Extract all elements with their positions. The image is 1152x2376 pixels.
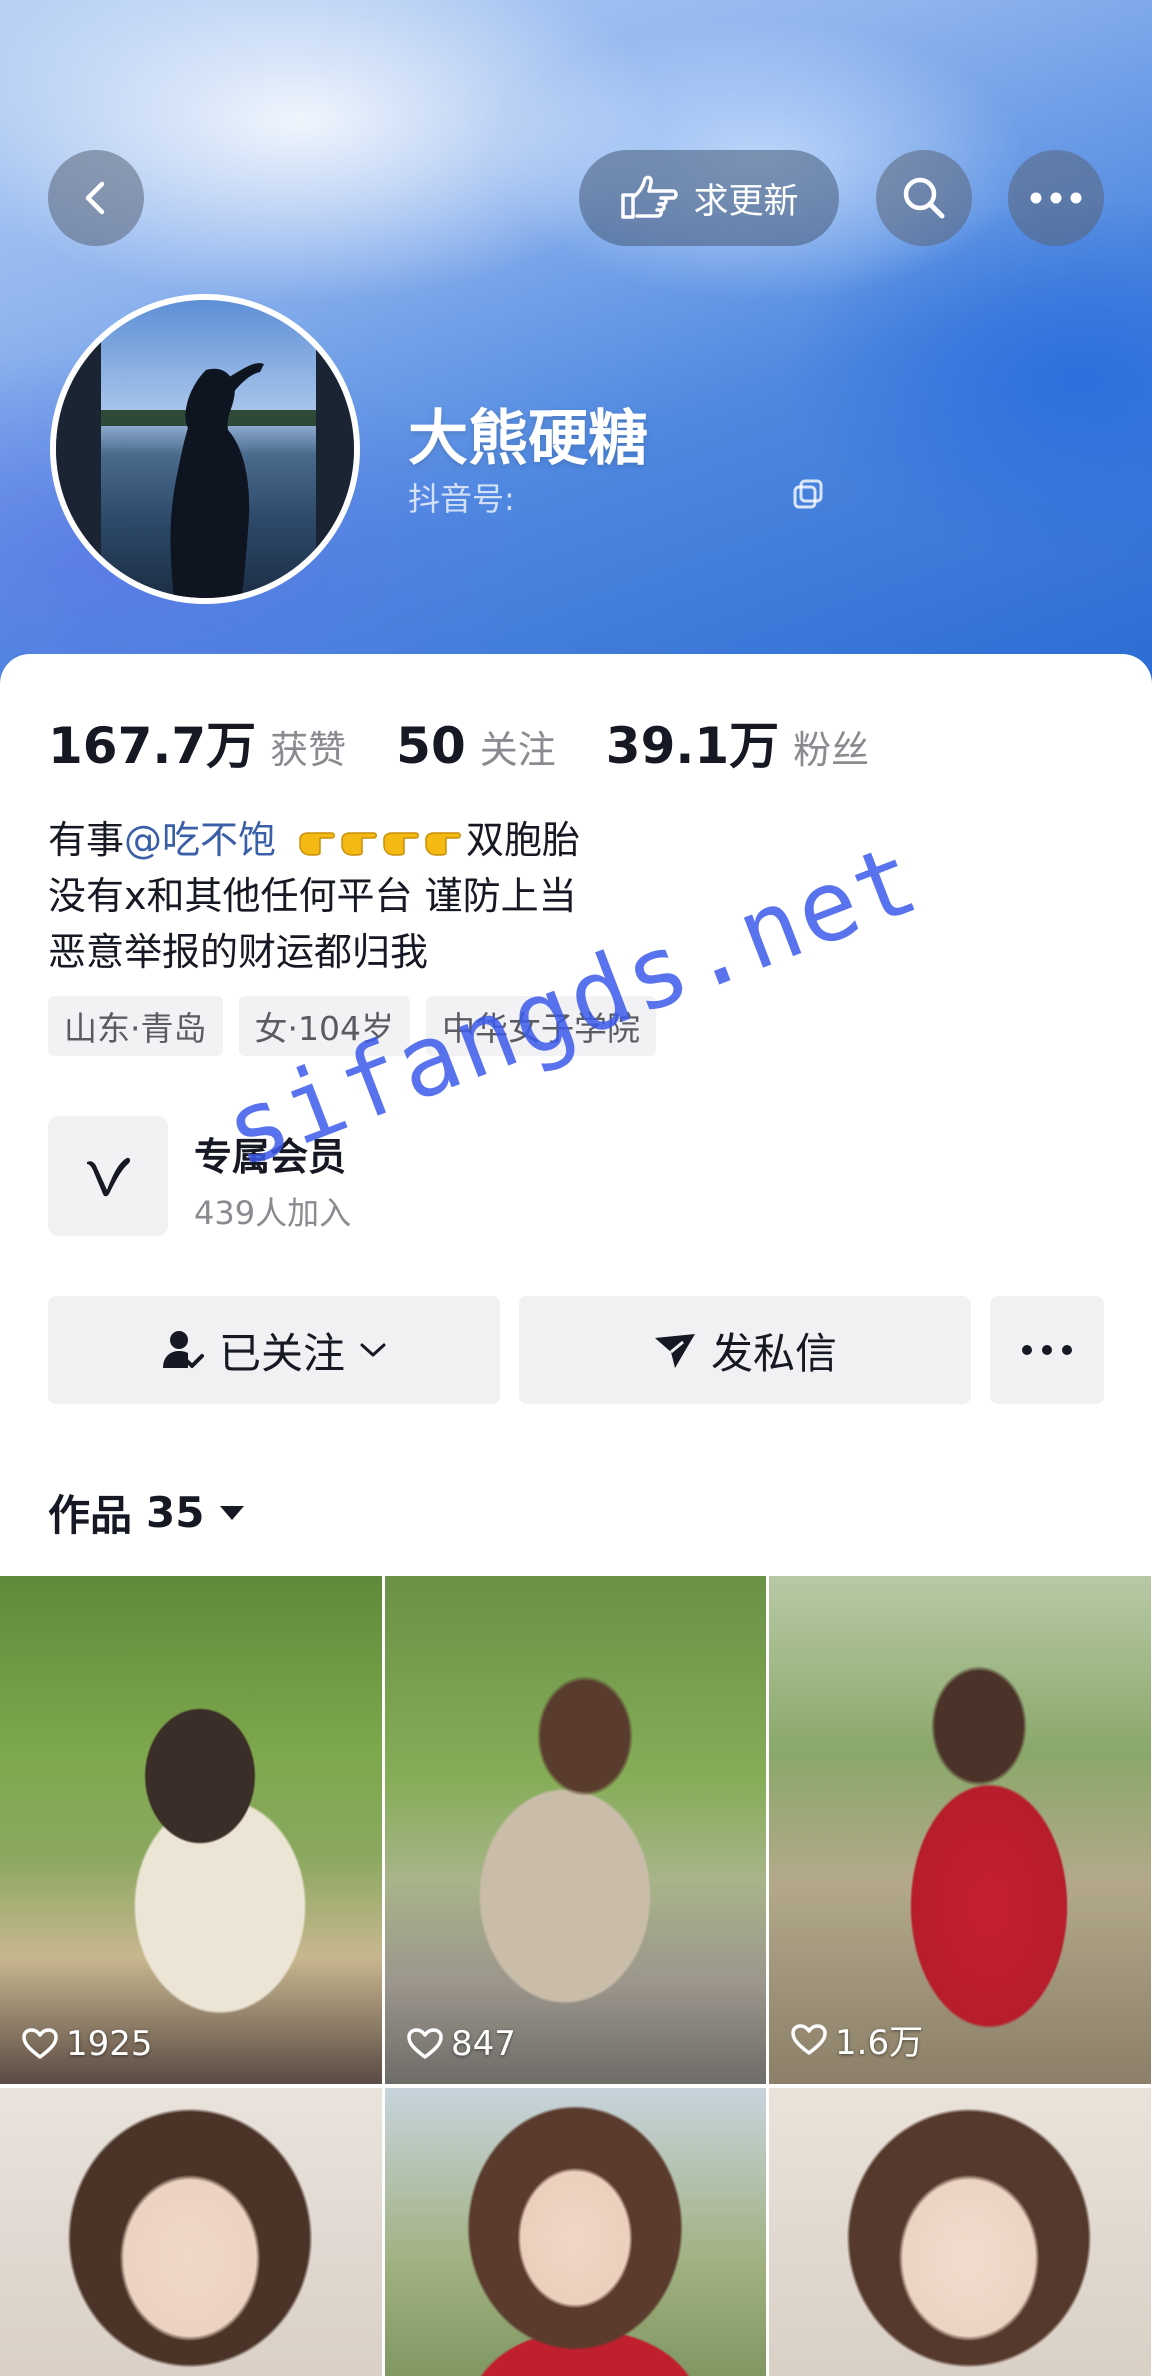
like-count-value: 1.6万 [835,2023,924,2063]
point-hand-emoji-icon [425,832,462,856]
like-count: 847 [407,2024,516,2064]
point-hand-emoji-icon [383,832,420,856]
back-button[interactable] [48,150,144,246]
bio-text: 有事 [48,818,125,862]
bio-line-3: 恶意举报的财运都归我 [48,930,429,974]
action-buttons: 已关注 发私信 [48,1296,1104,1404]
member-subtitle: 439人加入 [194,1194,352,1232]
video-thumbnail[interactable] [769,2088,1151,2376]
more-icon [1022,1345,1072,1355]
likes-count: 167.7万 [48,717,257,775]
action-more-button[interactable] [990,1296,1104,1404]
pointing-hands-emoji [298,827,462,857]
member-logo [48,1116,168,1236]
video-thumbnail[interactable]: 1.6万 [769,1576,1151,2084]
likes-label: 获赞 [270,728,347,772]
followed-button[interactable]: 已关注 [48,1296,500,1404]
following-label[interactable]: 关注 [480,719,556,774]
heart-icon [22,2028,58,2059]
person-check-icon [162,1331,204,1368]
video-thumbnail[interactable]: 847 [385,1576,766,2084]
video-thumbnail[interactable]: 1925 [0,1576,382,2084]
avatar[interactable] [50,294,360,604]
like-count-value: 847 [451,2024,516,2064]
works-label: 作品 [48,1491,133,1540]
send-message-button[interactable]: 发私信 [519,1296,971,1404]
member-v-icon [87,1157,131,1197]
search-button[interactable] [876,150,972,246]
triangle-down-icon [220,1505,245,1520]
heart-icon [407,2028,443,2059]
heart-icon [791,2023,827,2055]
school-tag[interactable]: 中华女子学院 [425,996,656,1056]
like-count-value: 1925 [66,2024,153,2064]
works-grid: 1925 847 1.6万 [0,1576,1152,2376]
request-update-button[interactable]: 求更新 [579,150,839,246]
bio-text: 双胞胎 [466,818,581,862]
like-count: 1.6万 [791,2015,923,2064]
followers-label[interactable]: 粉丝 [793,719,869,774]
send-message-label: 发私信 [710,1328,837,1378]
profile-card: 167.7万 获赞 50 关注 39.1万 粉丝 有事@吃不饱 双胞胎 没有x和… [0,654,1152,2376]
more-icon [1030,192,1082,204]
back-icon [85,181,105,215]
member-title: 专属会员 [194,1135,347,1179]
request-update-label: 求更新 [693,181,799,222]
profile-tags: 山东·青岛 女·104岁 中华女子学院 [48,996,656,1056]
video-thumbnail[interactable] [385,2088,766,2376]
like-count: 1925 [22,2024,153,2064]
bio: 有事@吃不饱 双胞胎 没有x和其他任何平台 谨防上当 恶意举报的财运都归我 [48,812,580,980]
profile-name: 大熊硬糖 [408,404,648,474]
gender-age-tag: 女·104岁 [238,996,410,1056]
send-icon [654,1334,695,1368]
chevron-down-icon [360,1343,386,1357]
more-button[interactable] [1008,150,1104,246]
douyin-id-label: 抖音号: [408,480,515,518]
following-count[interactable]: 50 [396,717,466,775]
avatar-silhouette [56,300,354,598]
search-icon [903,177,945,219]
location-tag[interactable]: 山东·青岛 [48,996,223,1056]
followed-label: 已关注 [218,1328,345,1378]
bio-line-2: 没有x和其他任何平台 谨防上当 [48,874,577,918]
bio-line-1: 有事@吃不饱 双胞胎 [48,812,580,868]
works-count: 35 [146,1488,205,1537]
point-hand-emoji-icon [299,832,336,856]
works-tab[interactable]: 作品 35 [48,1482,246,1543]
point-hand-emoji-icon [341,832,378,856]
point-hand-icon [621,175,679,219]
exclusive-member-entry[interactable]: 专属会员 439人加入 [48,1116,548,1236]
followers-count[interactable]: 39.1万 [606,706,779,778]
copy-icon[interactable] [792,478,824,510]
video-thumbnail[interactable] [0,2088,382,2376]
bio-mention-link[interactable]: @吃不饱 [124,818,276,862]
stats-row: 167.7万 获赞 50 关注 39.1万 粉丝 [48,706,919,778]
